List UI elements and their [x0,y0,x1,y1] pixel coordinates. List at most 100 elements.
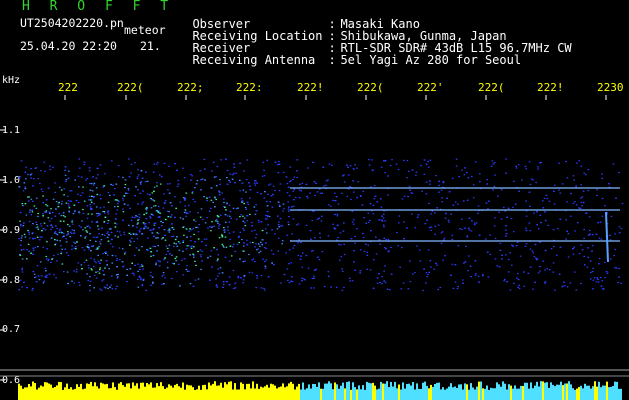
signal-level-segment [146,383,148,400]
noise-point [271,229,273,231]
noise-point [277,237,280,239]
noise-point [264,265,267,267]
noise-point [340,244,342,246]
noise-point [521,179,523,181]
noise-point [401,247,403,249]
noise-point [529,248,532,250]
noise-point [87,264,90,266]
noise-point [28,200,30,202]
noise-point [114,235,117,237]
noise-point [271,262,273,264]
noise-point [131,216,134,218]
noise-point [260,274,263,277]
signal-level-segment [308,384,310,400]
signal-level-segment [302,382,304,400]
noise-point [306,195,308,198]
signal-level-segment [566,383,568,400]
noise-point [589,278,592,280]
noise-point [356,196,358,199]
noise-point [89,289,91,292]
noise-point [41,236,43,238]
noise-point [176,185,179,188]
noise-point [461,218,463,220]
noise-point [194,260,196,262]
noise-point [24,203,27,205]
noise-point [136,216,139,218]
noise-point [294,196,297,199]
noise-point [106,236,109,239]
noise-point [121,261,124,263]
noise-point [313,269,316,271]
noise-point [153,224,156,226]
noise-point [189,228,191,230]
noise-point [507,258,510,261]
noise-point [30,214,33,216]
signal-level-segment [86,383,88,400]
noise-point [565,160,567,163]
noise-point [478,281,480,283]
noise-point [407,195,409,198]
noise-point [229,245,232,247]
noise-point [64,216,66,218]
noise-point [424,223,427,225]
signal-level-segment [372,382,374,400]
noise-point [610,258,612,260]
noise-point [474,161,477,163]
noise-point [353,250,355,252]
noise-point [210,250,213,252]
noise-point [185,192,188,194]
noise-point [553,184,556,186]
noise-point [482,274,484,276]
noise-point [183,177,186,179]
noise-point [82,186,84,188]
noise-point [488,200,490,202]
noise-point [411,169,414,171]
noise-point [505,229,507,231]
noise-point [100,239,103,241]
noise-point [161,238,163,240]
noise-point [525,243,528,245]
noise-point [54,239,56,241]
noise-point [86,205,89,207]
noise-point [357,181,360,183]
noise-point [354,235,356,238]
signal-level-segment [346,382,348,400]
noise-point [443,237,446,239]
noise-point [583,228,585,231]
noise-point [164,218,167,221]
signal-level-segment [90,381,92,400]
noise-point [249,189,252,191]
noise-point [89,199,92,201]
noise-point [57,253,59,255]
noise-point [323,185,325,187]
noise-point [60,203,63,205]
signal-level-segment [514,385,516,400]
noise-point [273,264,275,266]
signal-level-segment [190,385,192,400]
signal-level-segment [578,387,580,400]
noise-point [263,197,266,199]
noise-point [331,164,333,166]
noise-point [47,258,50,260]
noise-point [605,271,608,273]
noise-point [135,232,137,235]
signal-level-segment [196,389,198,400]
signal-level-segment [510,385,512,400]
noise-point [241,200,244,202]
noise-point [255,204,257,206]
noise-point [99,243,102,245]
signal-level-segment [342,382,344,400]
noise-point [223,201,225,204]
noise-point [191,175,193,177]
noise-point [260,221,263,223]
noise-point [539,214,542,216]
noise-point [111,239,113,241]
noise-point [550,248,553,250]
signal-level-segment [580,385,582,400]
noise-point [259,250,262,252]
noise-point [614,233,616,235]
noise-point [224,206,226,208]
noise-point [289,180,291,183]
noise-point [511,264,513,266]
noise-point [244,207,247,209]
